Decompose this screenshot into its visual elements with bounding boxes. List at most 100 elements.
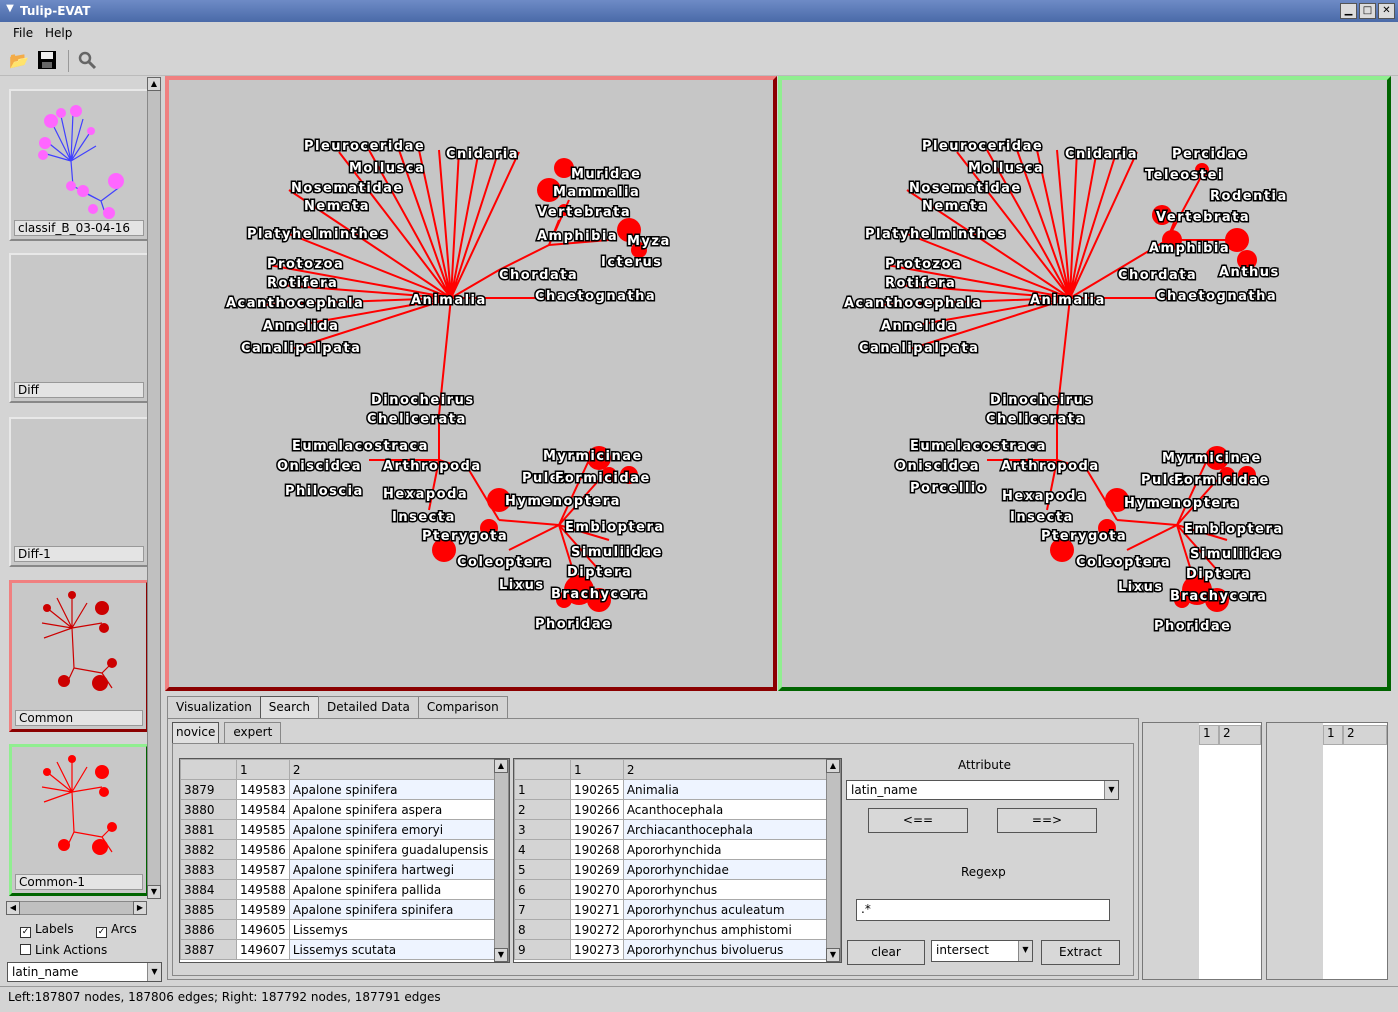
window-menu-icon[interactable]: ▼ xyxy=(3,3,17,17)
node-label[interactable]: Rodentia xyxy=(1209,188,1288,206)
node-label[interactable]: Chaetognatha xyxy=(1155,288,1278,306)
labels-checkbox[interactable]: ✓ xyxy=(20,927,31,938)
node-label[interactable]: Canalipalpata xyxy=(858,340,980,358)
scroll-up-icon[interactable]: ▲ xyxy=(826,759,840,773)
node-label[interactable]: Insecta xyxy=(1009,509,1074,527)
node-label[interactable]: Pterygota xyxy=(421,528,509,546)
node-label[interactable]: Nemata xyxy=(921,198,989,216)
thumbnail-hscrollbar[interactable]: ◀ ▶ xyxy=(6,901,147,915)
node-label[interactable]: Oniscidea xyxy=(276,458,363,476)
node-label[interactable]: Chelicerata xyxy=(985,411,1086,429)
tab-visualization[interactable]: Visualization xyxy=(167,696,261,718)
node-label[interactable]: Chelicerata xyxy=(366,411,467,429)
node-label[interactable]: Protozoa xyxy=(266,256,345,274)
table-row[interactable]: 3 190267 Archiacanthocephala xyxy=(514,819,829,840)
node-label[interactable]: Phoridae xyxy=(1153,618,1232,636)
node-label[interactable]: Brachycera xyxy=(550,586,649,604)
left-results-table[interactable]: 1 2 3879 149583 Apalone spinifera 3880 14958… xyxy=(179,758,510,963)
node-label[interactable]: Canalipalpata xyxy=(240,340,362,358)
node-label[interactable]: Philoscia xyxy=(284,483,364,501)
node-label[interactable]: Myrmicinae xyxy=(542,448,643,466)
table-row[interactable]: 3880 149584 Apalone spinifera aspera xyxy=(180,799,497,820)
node-label[interactable]: Embioptera xyxy=(564,519,665,537)
table-row[interactable]: 9 190273 Apororhynchus bivoluerus xyxy=(514,939,829,960)
search-icon[interactable] xyxy=(76,50,98,72)
link-actions-option[interactable]: Link Actions xyxy=(20,943,107,957)
node-label[interactable]: Amphibia xyxy=(1148,240,1231,258)
subtab-expert[interactable]: expert xyxy=(224,722,282,743)
save-icon[interactable] xyxy=(36,50,58,72)
node-label[interactable]: Animalia xyxy=(1029,292,1106,310)
scroll-down-icon[interactable]: ▼ xyxy=(494,948,508,962)
node-label[interactable]: Icterus xyxy=(600,254,663,272)
copy-right-button[interactable]: ==> xyxy=(997,808,1097,833)
right-table-scrollbar[interactable]: ▲ ▼ xyxy=(826,759,841,962)
node-label[interactable]: Eumalacostraca xyxy=(291,438,429,456)
table-row[interactable]: 3886 149605 Lissemys xyxy=(180,919,497,940)
table-row[interactable]: 3885 149589 Apalone spinifera spinifera xyxy=(180,899,497,920)
node-label[interactable]: Hymenoptera xyxy=(1123,495,1240,513)
node-label[interactable]: Protozoa xyxy=(884,256,963,274)
left-graph-view[interactable]: Pleuroceridae Cnidaria Mollusca Nosematidae… xyxy=(165,76,777,691)
scroll-up-icon[interactable]: ▲ xyxy=(147,77,161,91)
node-label[interactable]: Arthropoda xyxy=(382,458,482,476)
node-label[interactable]: Pleuroceridae xyxy=(921,138,1044,156)
table-row[interactable]: 3883 149587 Apalone spinifera hartwegi xyxy=(180,859,497,880)
node-label[interactable]: Lixus xyxy=(498,577,545,595)
extract-button[interactable]: Extract xyxy=(1041,940,1120,965)
node-label[interactable]: Insecta xyxy=(391,509,456,527)
node-label[interactable]: Annelida xyxy=(262,318,340,336)
node-label[interactable]: Nosematidae xyxy=(908,180,1022,198)
scroll-right-icon[interactable]: ▶ xyxy=(133,901,147,915)
node-label[interactable]: Formicidae xyxy=(1173,472,1270,490)
table-row[interactable]: 3887 149607 Lissemys scutata xyxy=(180,939,497,960)
node-label[interactable]: Mollusca xyxy=(967,160,1045,178)
node-label[interactable]: Diptera xyxy=(566,564,633,582)
node-label[interactable]: Anthus xyxy=(1218,264,1280,282)
node-label[interactable]: Animalia xyxy=(410,292,487,310)
node-label[interactable]: Simuliidae xyxy=(570,544,663,562)
thumbnail-common[interactable]: Common xyxy=(9,580,149,732)
node-label[interactable]: Dinocheirus xyxy=(370,392,475,410)
clear-button[interactable]: clear xyxy=(847,940,925,965)
maximize-icon[interactable]: □ xyxy=(1359,3,1376,19)
node-label[interactable]: Pleuroceridae xyxy=(303,138,426,156)
table-row[interactable]: 6 190270 Apororhynchus xyxy=(514,879,829,900)
node-label[interactable]: Nosematidae xyxy=(290,180,404,198)
labels-option[interactable]: ✓ Labels xyxy=(20,922,74,938)
tab-comparison[interactable]: Comparison xyxy=(417,696,508,718)
node-label[interactable]: Platyhelminthes xyxy=(246,226,389,244)
scroll-left-icon[interactable]: ◀ xyxy=(6,901,20,915)
menu-help[interactable]: Help xyxy=(45,26,72,40)
node-label[interactable]: Lixus xyxy=(1117,579,1164,597)
node-label[interactable]: Acanthocephala xyxy=(843,295,983,313)
node-label[interactable]: Rotifera xyxy=(266,275,339,293)
node-label[interactable]: Myrmicinae xyxy=(1161,450,1262,468)
arcs-option[interactable]: ✓ Arcs xyxy=(96,922,137,938)
thumbnail-common-1[interactable]: Common-1 xyxy=(9,744,149,896)
right-mini-table[interactable]: 1 2 xyxy=(1266,722,1388,980)
node-label[interactable]: Myza xyxy=(626,233,671,251)
node-label[interactable]: Mammalia xyxy=(552,184,641,202)
node-label[interactable]: Coleoptera xyxy=(456,554,553,572)
table-row[interactable]: 3881 149585 Apalone spinifera emoryi xyxy=(180,819,497,840)
node-label[interactable]: Brachycera xyxy=(1169,588,1268,606)
left-mini-table[interactable]: 1 2 xyxy=(1142,722,1262,980)
link-actions-checkbox[interactable] xyxy=(20,944,31,955)
thumbnail-diff-1[interactable]: Diff-1 xyxy=(9,417,149,567)
node-label[interactable]: Chordata xyxy=(498,267,579,285)
regexp-input[interactable]: .* xyxy=(856,899,1110,921)
node-label[interactable]: Cnidaria xyxy=(1064,146,1138,164)
close-icon[interactable]: ✕ xyxy=(1378,3,1395,19)
node-label[interactable]: Oniscidea xyxy=(894,458,981,476)
node-label[interactable]: Phoridae xyxy=(534,616,613,634)
scroll-up-icon[interactable]: ▲ xyxy=(494,759,508,773)
node-label[interactable]: Porcellio xyxy=(909,480,988,498)
node-label[interactable]: Dinocheirus xyxy=(989,392,1094,410)
node-label[interactable]: Arthropoda xyxy=(1000,458,1100,476)
right-results-table[interactable]: 1 2 1 190265 Animalia 2 190266 Acanthocephala… xyxy=(513,758,842,963)
tab-detailed-data[interactable]: Detailed Data xyxy=(318,696,419,718)
node-label[interactable]: Hymenoptera xyxy=(504,493,621,511)
table-row[interactable]: 5 190269 Apororhynchidae xyxy=(514,859,829,880)
scroll-down-icon[interactable]: ▼ xyxy=(147,885,161,899)
